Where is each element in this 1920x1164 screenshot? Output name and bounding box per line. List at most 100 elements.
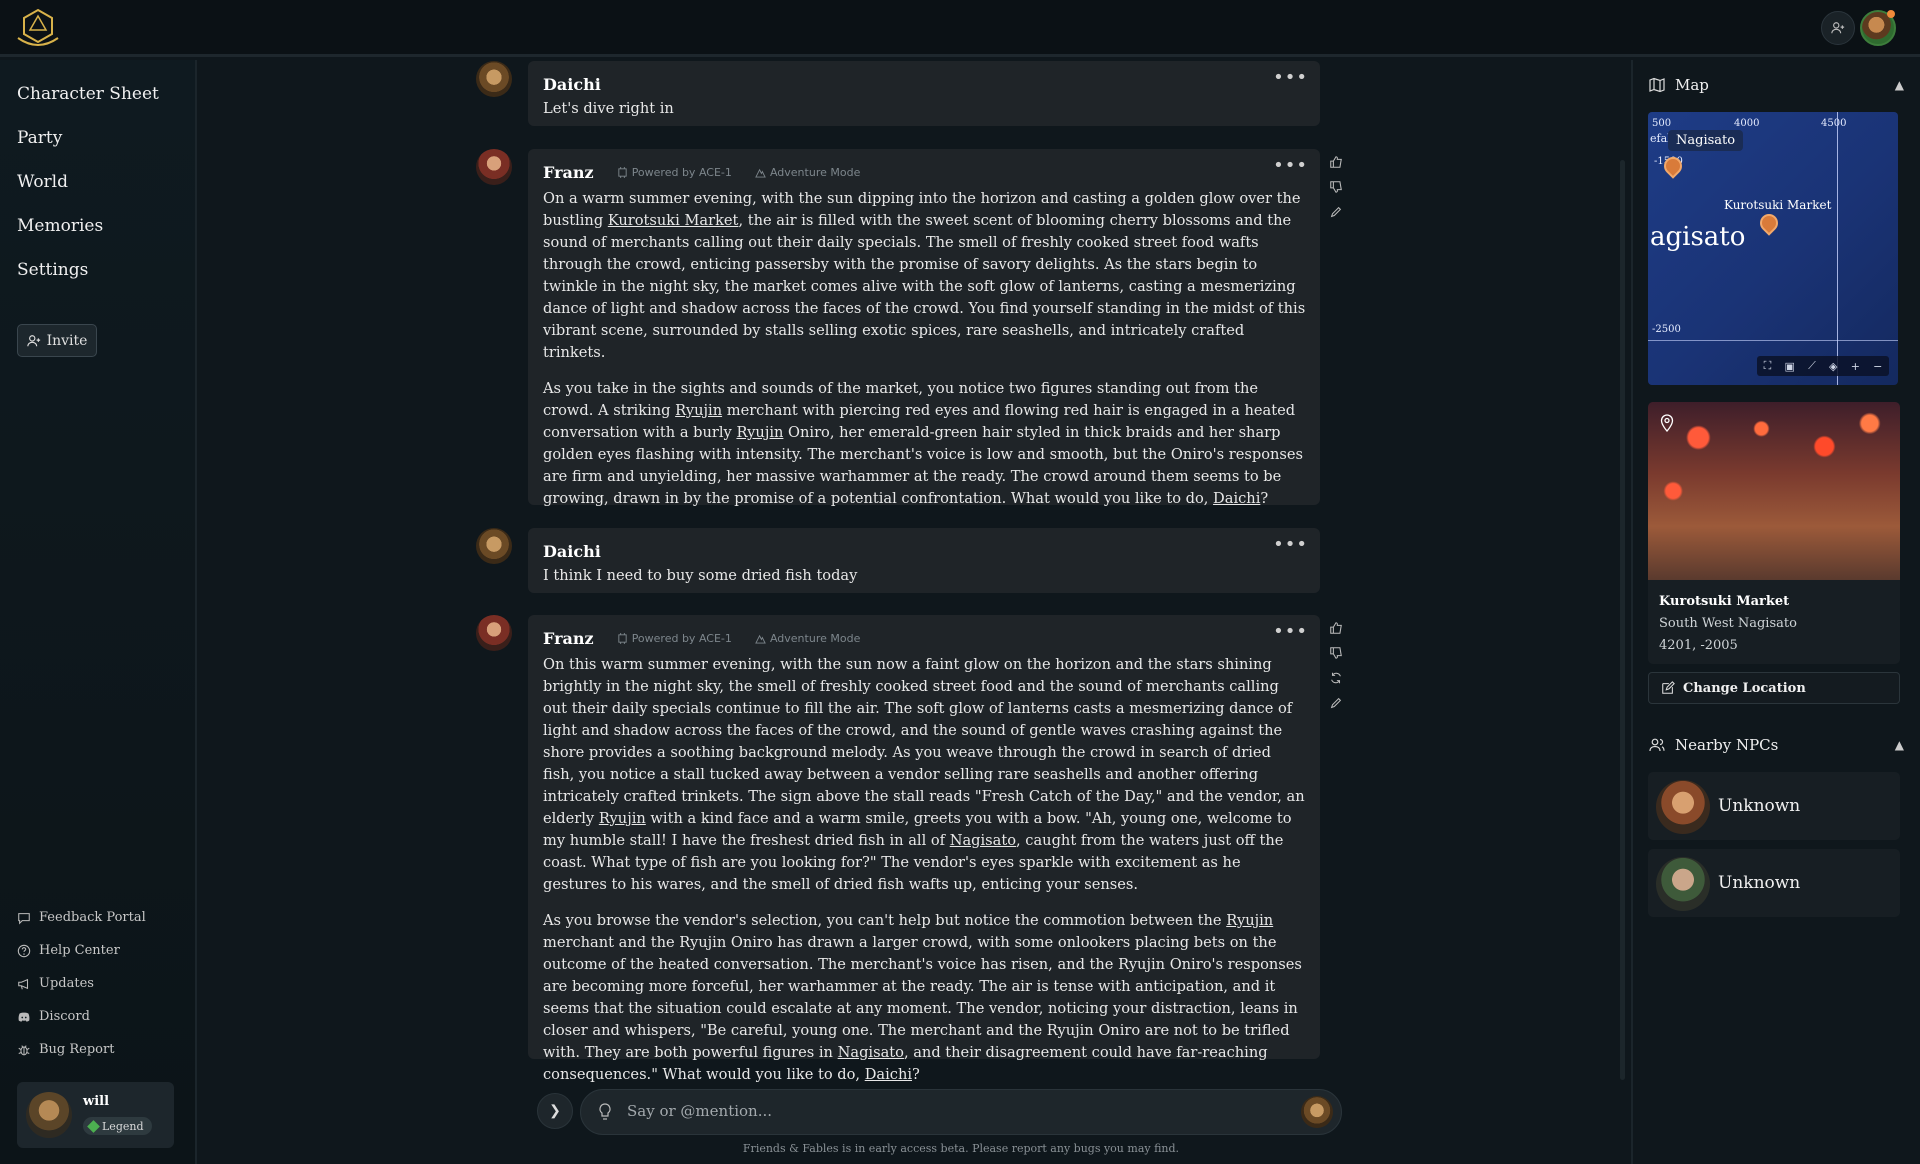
message-composer[interactable]: Say or @mention...: [580, 1089, 1342, 1135]
character-link[interactable]: Daichi: [865, 1066, 912, 1083]
avatar: [1656, 857, 1710, 911]
sidebar-item-memories[interactable]: Memories: [17, 216, 103, 236]
npc-card[interactable]: Unknown: [1648, 849, 1900, 917]
zoom-out-icon[interactable]: −: [1873, 360, 1882, 373]
bug-report-link[interactable]: Bug Report: [17, 1042, 114, 1057]
discord-link[interactable]: Discord: [17, 1009, 90, 1024]
npc-name: Unknown: [1718, 796, 1801, 816]
fullscreen-icon[interactable]: ⛶: [1764, 359, 1772, 373]
nearby-npcs-header[interactable]: Nearby NPCs: [1649, 736, 1778, 754]
image-icon[interactable]: ▣: [1785, 360, 1795, 373]
map-header[interactable]: Map: [1649, 76, 1709, 94]
thumbs-up-icon[interactable]: [1329, 621, 1343, 635]
chevron-up-icon[interactable]: ▲: [1895, 738, 1904, 752]
chevron-right-icon: ❯: [549, 1103, 561, 1119]
location-link[interactable]: Nagisato: [838, 1044, 904, 1061]
message-input[interactable]: Say or @mention...: [627, 1102, 772, 1120]
invite-button[interactable]: Invite: [17, 324, 97, 357]
map-title: Map: [1675, 76, 1709, 94]
paragraph: On a warm summer evening, with the sun d…: [543, 190, 1306, 361]
chevron-up-icon[interactable]: ▲: [1895, 78, 1904, 92]
change-location-button[interactable]: Change Location: [1648, 672, 1900, 704]
map-icon: [1649, 77, 1665, 93]
paragraph: As you take in the sights and sounds of …: [543, 380, 1304, 507]
chat-scrollbar[interactable]: [1620, 160, 1625, 1080]
message-author: Franz: [543, 629, 594, 648]
model-text: Powered by ACE-1: [631, 632, 732, 645]
sidebar-item-settings[interactable]: Settings: [17, 260, 88, 280]
race-link[interactable]: Ryujin: [675, 402, 722, 419]
right-panel: Map ▲ 500 4000 4500 efal Nagisato -1500 …: [1631, 60, 1920, 1164]
invite-label: Invite: [46, 332, 88, 349]
user-plus-icon: [1831, 22, 1845, 34]
beta-notice: Friends & Fables is in early access beta…: [742, 1142, 1180, 1155]
character-link[interactable]: Daichi: [1213, 490, 1260, 507]
map-place-label: Kurotsuki Market: [1724, 198, 1832, 212]
map-region-label: agisato: [1650, 222, 1746, 252]
paragraph: On this warm summer evening, with the su…: [543, 656, 1305, 893]
badge-label: Legend: [102, 1119, 144, 1133]
expand-actions-button[interactable]: ❯: [537, 1093, 573, 1129]
map-region-tag: Nagisato: [1668, 130, 1744, 151]
map-controls: ⛶ ▣ ⟋ ◈ + −: [1757, 356, 1889, 376]
chip-icon: [618, 633, 627, 644]
ruler-icon[interactable]: ⟋: [1808, 359, 1816, 373]
lightbulb-icon[interactable]: [597, 1103, 613, 1121]
message-author: Franz: [543, 163, 594, 182]
sidebar-item-party[interactable]: Party: [17, 128, 62, 148]
megaphone-icon: [18, 978, 29, 989]
edit-icon: [1662, 681, 1675, 694]
map-pin-icon[interactable]: [1756, 210, 1782, 236]
thumbs-up-icon[interactable]: [1329, 155, 1343, 169]
edit-pencil-icon[interactable]: [1329, 696, 1343, 710]
model-label: Powered by ACE-1: [617, 632, 732, 645]
regenerate-icon[interactable]: [1329, 671, 1343, 685]
more-options-icon[interactable]: •••: [1273, 155, 1308, 176]
world-map[interactable]: 500 4000 4500 efal Nagisato -1500 Kurots…: [1648, 112, 1898, 385]
map-grid-line: [1648, 340, 1898, 341]
message-author: Daichi: [543, 542, 601, 561]
thumbs-down-icon[interactable]: [1329, 646, 1343, 660]
more-options-icon[interactable]: •••: [1273, 67, 1308, 88]
location-title: Kurotsuki Market: [1659, 594, 1790, 609]
zoom-in-icon[interactable]: +: [1851, 360, 1860, 373]
location-link[interactable]: Kurotsuki Market: [608, 212, 739, 229]
user-card[interactable]: will Legend: [17, 1082, 174, 1148]
bug-report-label: Bug Report: [39, 1042, 115, 1057]
avatar[interactable]: [476, 528, 512, 564]
sidebar-item-character-sheet[interactable]: Character Sheet: [17, 84, 159, 104]
map-grid-line: [1837, 112, 1838, 385]
users-icon: [1649, 738, 1665, 752]
d20-logo-icon[interactable]: [14, 8, 62, 48]
message-text: On a warm summer evening, with the sun d…: [543, 188, 1306, 510]
map-pin-icon: [1660, 414, 1674, 432]
help-center-link[interactable]: Help Center: [17, 943, 120, 958]
race-link[interactable]: Ryujin: [599, 810, 646, 827]
add-friend-button[interactable]: [1821, 11, 1855, 45]
avatar[interactable]: [476, 61, 512, 97]
location-coordinates: 4201, -2005: [1659, 638, 1738, 653]
race-link[interactable]: Ryujin: [736, 424, 783, 441]
thumbs-down-icon[interactable]: [1329, 180, 1343, 194]
sidebar-item-world[interactable]: World: [17, 172, 68, 192]
help-circle-icon: [17, 944, 31, 957]
npc-card[interactable]: Unknown: [1648, 772, 1900, 840]
model-label: Powered by ACE-1: [617, 166, 732, 179]
mode-label: Adventure Mode: [755, 166, 860, 179]
more-options-icon[interactable]: •••: [1273, 621, 1308, 642]
locate-icon[interactable]: ◈: [1829, 360, 1837, 373]
nearby-npcs-title: Nearby NPCs: [1675, 736, 1779, 754]
user-name: will: [83, 1094, 110, 1109]
avatar[interactable]: [476, 149, 512, 185]
location-link[interactable]: Nagisato: [950, 832, 1016, 849]
avatar[interactable]: [1301, 1096, 1333, 1128]
feedback-portal-link[interactable]: Feedback Portal: [17, 910, 146, 925]
more-options-icon[interactable]: •••: [1273, 534, 1308, 555]
updates-link[interactable]: Updates: [17, 976, 94, 991]
race-link[interactable]: Ryujin: [1226, 912, 1273, 929]
chip-icon: [618, 167, 627, 178]
avatar[interactable]: [476, 615, 512, 651]
discord-icon: [18, 1012, 30, 1022]
message-text: I think I need to buy some dried fish to…: [543, 567, 858, 584]
edit-pencil-icon[interactable]: [1329, 205, 1343, 219]
